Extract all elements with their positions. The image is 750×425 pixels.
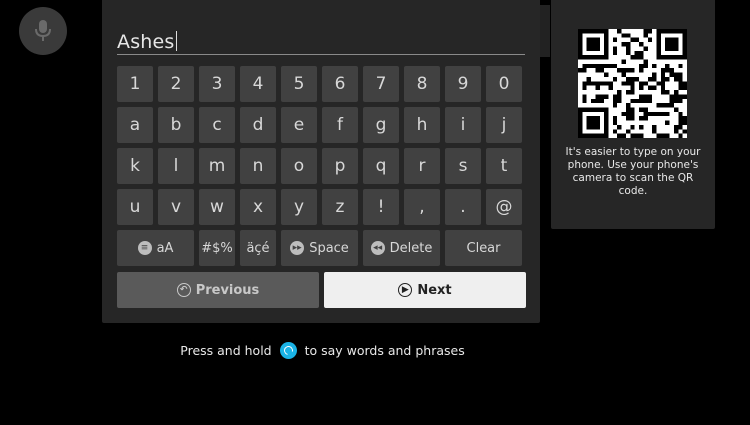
rewind-icon: ◂◂ [370, 241, 385, 255]
key-u[interactable]: u [117, 189, 153, 225]
key-x[interactable]: x [240, 189, 276, 225]
key-k[interactable]: k [117, 148, 153, 184]
search-input-text: Ashes [117, 31, 175, 53]
key-row-k-t: k l m n o p q r s t [117, 148, 526, 184]
key-d[interactable]: d [240, 107, 276, 143]
previous-button-label: Previous [195, 282, 260, 298]
key-3[interactable]: 3 [199, 66, 235, 102]
qr-panel: It's easier to type on your phone. Use y… [551, 0, 715, 229]
case-toggle-label: aA [156, 240, 174, 256]
voice-hint: Press and hold to say words and phrases [0, 342, 645, 359]
fast-forward-icon: ▸▸ [290, 241, 305, 255]
key-j[interactable]: j [486, 107, 522, 143]
key-m[interactable]: m [199, 148, 235, 184]
key-2[interactable]: 2 [158, 66, 194, 102]
keyboard-panel: Ashes 1 2 3 4 5 6 7 8 9 0 a b c d e f g … [102, 0, 540, 323]
key-exclamation[interactable]: ! [363, 189, 399, 225]
key-z[interactable]: z [322, 189, 358, 225]
key-row-u-at: u v w x y z ! , . @ [117, 189, 526, 225]
key-a[interactable]: a [117, 107, 153, 143]
symbols-key[interactable]: #$% [199, 230, 235, 266]
key-l[interactable]: l [158, 148, 194, 184]
key-c[interactable]: c [199, 107, 235, 143]
key-row-a-j: a b c d e f g h i j [117, 107, 526, 143]
voice-hint-before: Press and hold [180, 343, 272, 358]
search-input[interactable]: Ashes [117, 26, 525, 55]
key-r[interactable]: r [404, 148, 440, 184]
space-key[interactable]: ▸▸ Space [281, 230, 358, 266]
key-row-functions: ≡ aA #$% äçé ▸▸ Space ◂◂ Delete Clear [117, 230, 526, 266]
key-b[interactable]: b [158, 107, 194, 143]
key-1[interactable]: 1 [117, 66, 153, 102]
key-6[interactable]: 6 [322, 66, 358, 102]
case-toggle-key[interactable]: ≡ aA [117, 230, 194, 266]
key-5[interactable]: 5 [281, 66, 317, 102]
back-icon: ↶ [176, 283, 191, 297]
key-f[interactable]: f [322, 107, 358, 143]
key-at[interactable]: @ [486, 189, 522, 225]
key-p[interactable]: p [322, 148, 358, 184]
microphone-icon [35, 20, 51, 41]
key-row-digits: 1 2 3 4 5 6 7 8 9 0 [117, 66, 526, 102]
play-pause-icon: ▶ [398, 283, 413, 297]
next-button-label: Next [417, 282, 452, 298]
navigation-row: ↶ Previous ▶ Next [117, 272, 526, 308]
key-comma[interactable]: , [404, 189, 440, 225]
delete-key-label: Delete [389, 240, 433, 256]
key-s[interactable]: s [445, 148, 481, 184]
text-caret [175, 31, 177, 51]
key-e[interactable]: e [281, 107, 317, 143]
key-h[interactable]: h [404, 107, 440, 143]
key-o[interactable]: o [281, 148, 317, 184]
key-v[interactable]: v [158, 189, 194, 225]
key-q[interactable]: q [363, 148, 399, 184]
clear-key[interactable]: Clear [445, 230, 522, 266]
key-n[interactable]: n [240, 148, 276, 184]
menu-icon: ≡ [137, 241, 152, 255]
key-9[interactable]: 9 [445, 66, 481, 102]
key-i[interactable]: i [445, 107, 481, 143]
key-g[interactable]: g [363, 107, 399, 143]
space-key-label: Space [309, 240, 349, 256]
voice-search-button[interactable] [19, 7, 67, 55]
key-w[interactable]: w [199, 189, 235, 225]
keyboard-grid: 1 2 3 4 5 6 7 8 9 0 a b c d e f g h i j … [117, 66, 526, 271]
background-tile [540, 5, 550, 57]
key-period[interactable]: . [445, 189, 481, 225]
next-button[interactable]: ▶ Next [324, 272, 526, 308]
delete-key[interactable]: ◂◂ Delete [363, 230, 440, 266]
voice-hint-after: to say words and phrases [304, 343, 465, 358]
key-8[interactable]: 8 [404, 66, 440, 102]
alexa-icon [279, 342, 297, 359]
accents-key[interactable]: äçé [240, 230, 276, 266]
key-t[interactable]: t [486, 148, 522, 184]
key-4[interactable]: 4 [240, 66, 276, 102]
key-0[interactable]: 0 [486, 66, 522, 102]
qr-instructions: It's easier to type on your phone. Use y… [565, 146, 701, 197]
qr-code [578, 29, 687, 138]
key-y[interactable]: y [281, 189, 317, 225]
key-7[interactable]: 7 [363, 66, 399, 102]
previous-button[interactable]: ↶ Previous [117, 272, 319, 308]
